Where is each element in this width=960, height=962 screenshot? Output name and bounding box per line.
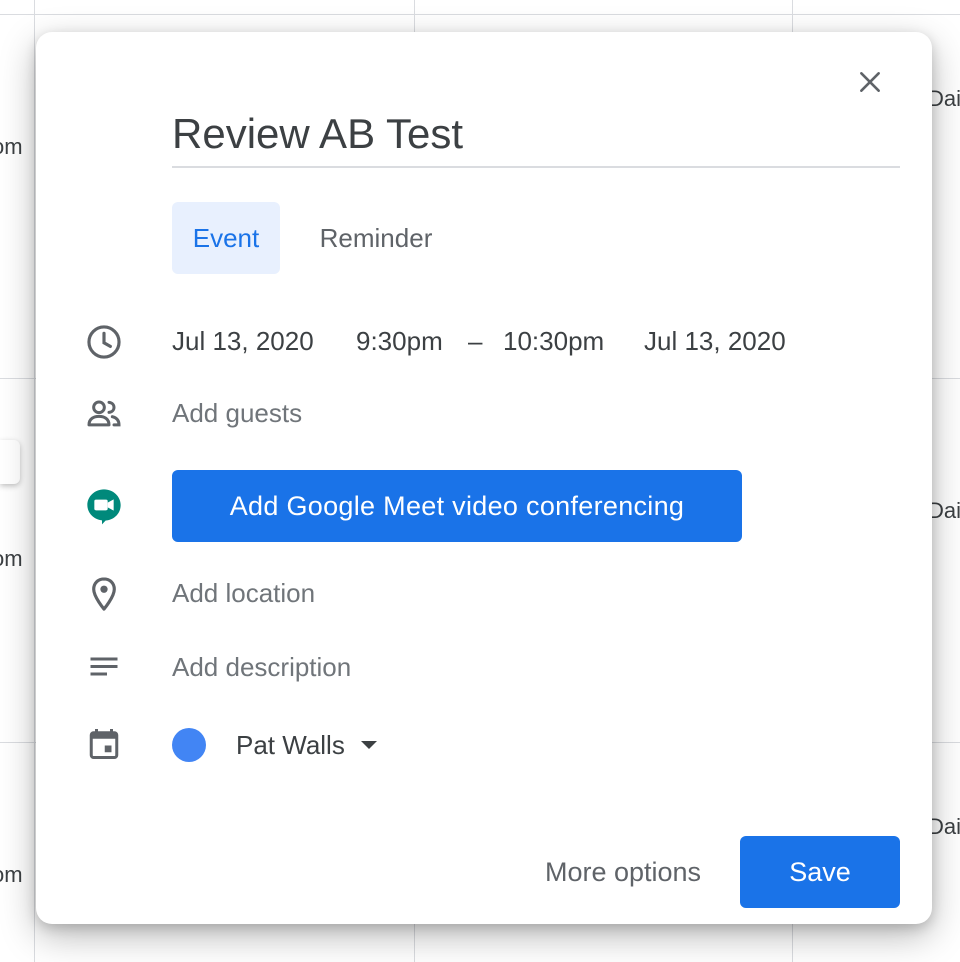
description-lines-icon bbox=[84, 648, 124, 688]
start-date[interactable]: Jul 13, 2020 bbox=[172, 326, 314, 357]
tab-event[interactable]: Event bbox=[172, 202, 280, 274]
background-event-label[interactable]: Dai bbox=[928, 498, 960, 524]
dropdown-caret-icon bbox=[360, 741, 377, 749]
background-event-label[interactable]: om bbox=[0, 862, 23, 888]
location-pin-icon bbox=[84, 574, 124, 614]
clock-icon bbox=[84, 322, 124, 362]
grid-row-line bbox=[0, 14, 960, 15]
background-event-label[interactable]: Dai bbox=[928, 86, 960, 112]
add-location-field[interactable]: Add location bbox=[172, 578, 315, 609]
calendar-color-dot bbox=[172, 728, 206, 762]
background-event-label[interactable]: Dai bbox=[928, 814, 960, 840]
calendar-icon bbox=[84, 724, 124, 764]
google-meet-icon bbox=[84, 486, 124, 526]
grid-column-line bbox=[34, 0, 35, 962]
start-time[interactable]: 9:30pm bbox=[356, 326, 443, 357]
quick-event-dialog: Event Reminder Jul 13, 2020 9:30pm – 10:… bbox=[36, 32, 932, 924]
background-event-label[interactable]: om bbox=[0, 546, 23, 572]
tab-reminder[interactable]: Reminder bbox=[298, 202, 454, 274]
close-icon bbox=[857, 69, 883, 100]
time-range-separator: – bbox=[468, 326, 483, 356]
save-button[interactable]: Save bbox=[740, 836, 900, 908]
event-title-input[interactable] bbox=[172, 108, 900, 160]
calendar-selector[interactable]: Pat Walls bbox=[236, 728, 377, 762]
background-event-chip[interactable] bbox=[0, 440, 20, 484]
end-date[interactable]: Jul 13, 2020 bbox=[644, 326, 786, 357]
background-event-label[interactable]: om bbox=[0, 134, 23, 160]
event-title-field bbox=[172, 108, 900, 168]
add-guests-field[interactable]: Add guests bbox=[172, 398, 302, 429]
more-options-button[interactable]: More options bbox=[518, 836, 728, 908]
add-description-field[interactable]: Add description bbox=[172, 652, 351, 683]
calendar-owner-label: Pat Walls bbox=[236, 729, 345, 760]
end-time[interactable]: 10:30pm bbox=[503, 326, 604, 357]
add-google-meet-button[interactable]: Add Google Meet video conferencing bbox=[172, 470, 742, 542]
close-button[interactable] bbox=[848, 62, 892, 106]
people-icon bbox=[84, 394, 124, 434]
